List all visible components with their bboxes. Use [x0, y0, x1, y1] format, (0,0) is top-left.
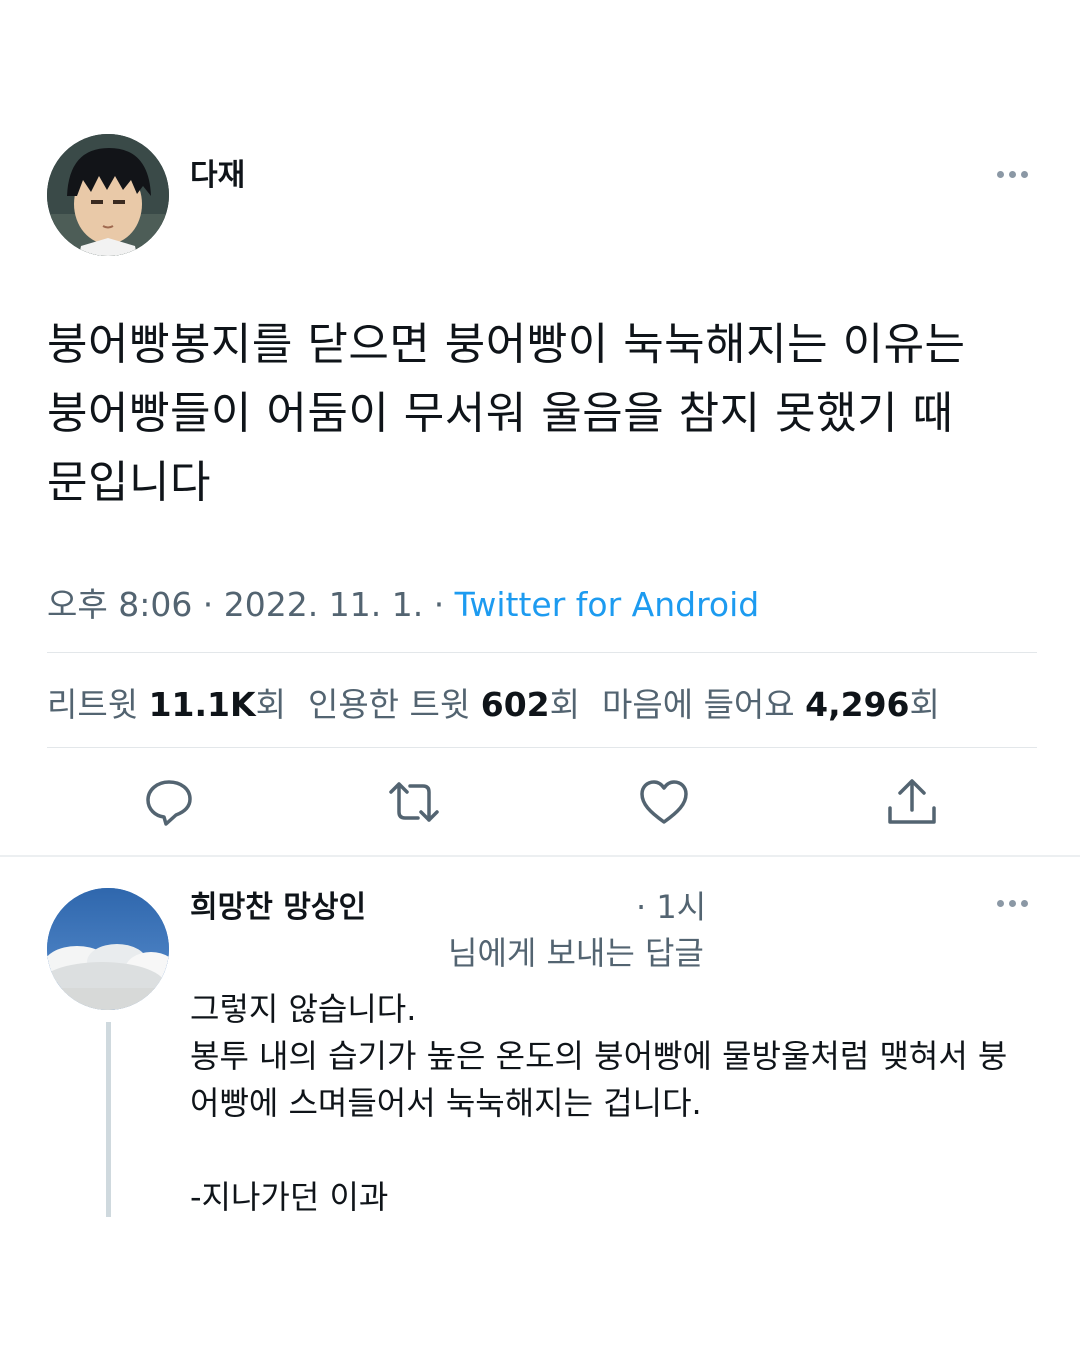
like-icon[interactable] [638, 776, 690, 828]
tweet-source-link[interactable]: Twitter for Android [455, 585, 760, 624]
tweet-text: 붕어빵봉지를 닫으면 붕어빵이 눅눅해지는 이유는 붕어빵들이 어둠이 무서워 … [47, 319, 966, 508]
divider [47, 652, 1037, 653]
tweet-stats: 리트윗 11.1K회 인용한 트윗 602회 마음에 들어요 4,296회 [47, 678, 940, 726]
reply-author-avatar[interactable] [47, 888, 169, 1010]
reply-text: 그렇지 않습니다. 봉투 내의 습기가 높은 온도의 붕어빵에 물방울처럼 맺혀… [190, 990, 1008, 1216]
anime-boy-avatar [47, 134, 169, 256]
retweet-icon[interactable] [388, 776, 440, 828]
more-options-icon[interactable] [997, 171, 1028, 178]
reply-more-options-icon[interactable] [997, 900, 1028, 907]
replying-to-label: 님에게 보내는 답글 [448, 934, 704, 972]
reply-icon[interactable] [143, 776, 195, 828]
thread-line [106, 1022, 111, 1217]
retweets-stat[interactable]: 리트윗 11.1K회 [47, 685, 286, 724]
tweet-timestamp[interactable]: 오후 8:06 · 2022. 11. 1. · [47, 585, 455, 624]
divider [47, 747, 1037, 748]
author-avatar[interactable] [47, 134, 169, 256]
author-name[interactable]: 다재 [190, 150, 245, 194]
reply-time[interactable]: · 1시 [636, 882, 706, 928]
section-divider [0, 855, 1080, 857]
tweet-meta: 오후 8:06 · 2022. 11. 1. · Twitter for And… [47, 578, 759, 626]
share-icon[interactable] [886, 776, 938, 828]
likes-stat[interactable]: 마음에 들어요 4,296회 [602, 685, 940, 724]
sky-cloud-avatar [47, 888, 169, 1010]
reply-author-name[interactable]: 희망찬 망상인 [190, 882, 366, 926]
quotes-stat[interactable]: 인용한 트윗 602회 [308, 685, 580, 724]
